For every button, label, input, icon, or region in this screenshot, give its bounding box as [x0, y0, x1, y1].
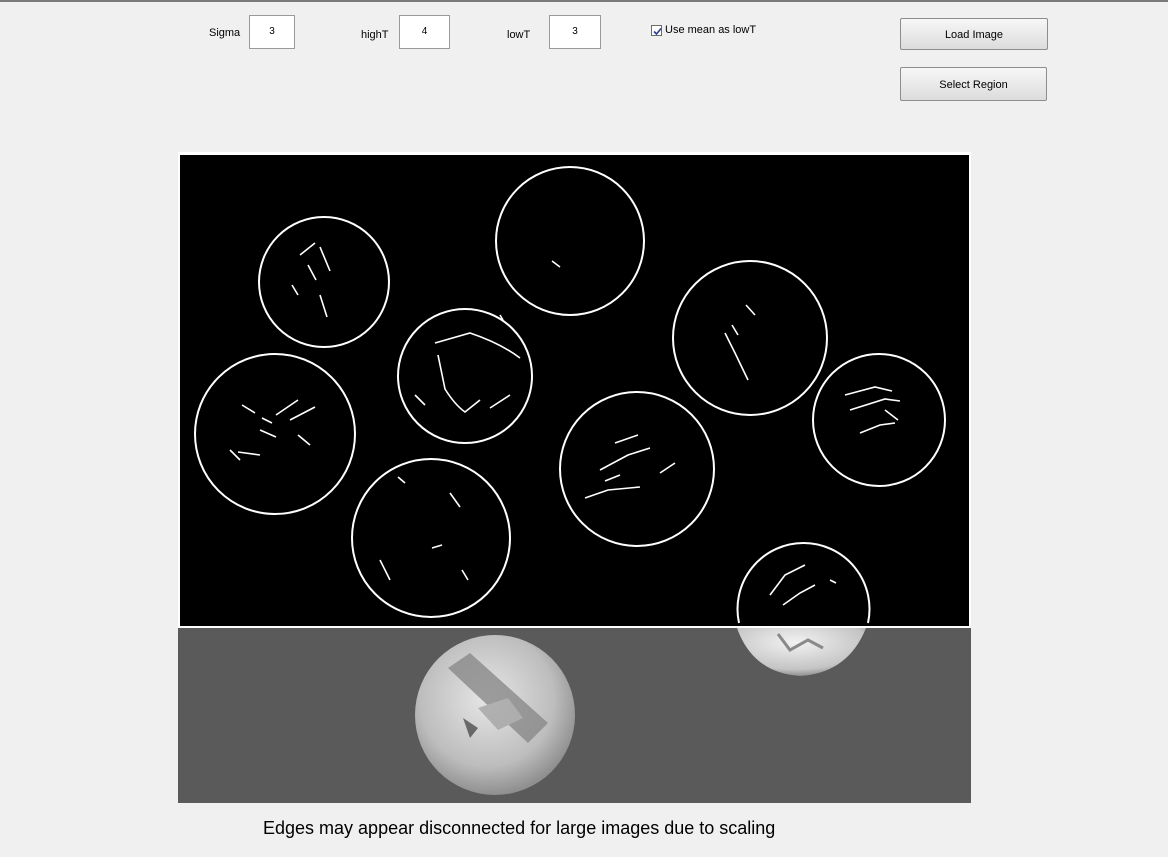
- sigma-input[interactable]: 3: [249, 15, 295, 49]
- sigma-label: Sigma: [209, 27, 241, 39]
- checkmark-icon: [653, 27, 662, 35]
- coin-edge: [258, 216, 390, 348]
- coin-partial: [737, 628, 866, 676]
- coin-edge: [194, 353, 356, 515]
- select-region-button[interactable]: Select Region: [900, 67, 1047, 101]
- load-image-button[interactable]: Load Image: [900, 18, 1048, 50]
- coin-edge: [495, 166, 645, 316]
- use-mean-checkbox-row[interactable]: Use mean as lowT: [651, 24, 756, 36]
- edge-image-panel: [178, 152, 971, 628]
- coin-edge: [351, 458, 511, 618]
- use-mean-checkbox[interactable]: [651, 24, 662, 36]
- lowt-input[interactable]: 3: [549, 15, 601, 49]
- edge-image: [178, 152, 946, 624]
- coin-edge: [397, 308, 533, 444]
- lowt-label: lowT: [507, 29, 531, 41]
- hight-input[interactable]: 4: [399, 15, 450, 49]
- scaling-note: Edges may appear disconnected for large …: [263, 818, 776, 838]
- coin-edge: [672, 260, 828, 416]
- source-image-panel: [178, 628, 971, 803]
- coin-edge: [812, 353, 946, 487]
- hight-label: highT: [361, 29, 389, 41]
- coin-photo: [415, 628, 866, 795]
- coin-edge: [559, 391, 715, 547]
- window-top-border: [0, 0, 1168, 2]
- coin-edge-partial: [736, 542, 871, 624]
- use-mean-label: Use mean as lowT: [665, 24, 757, 36]
